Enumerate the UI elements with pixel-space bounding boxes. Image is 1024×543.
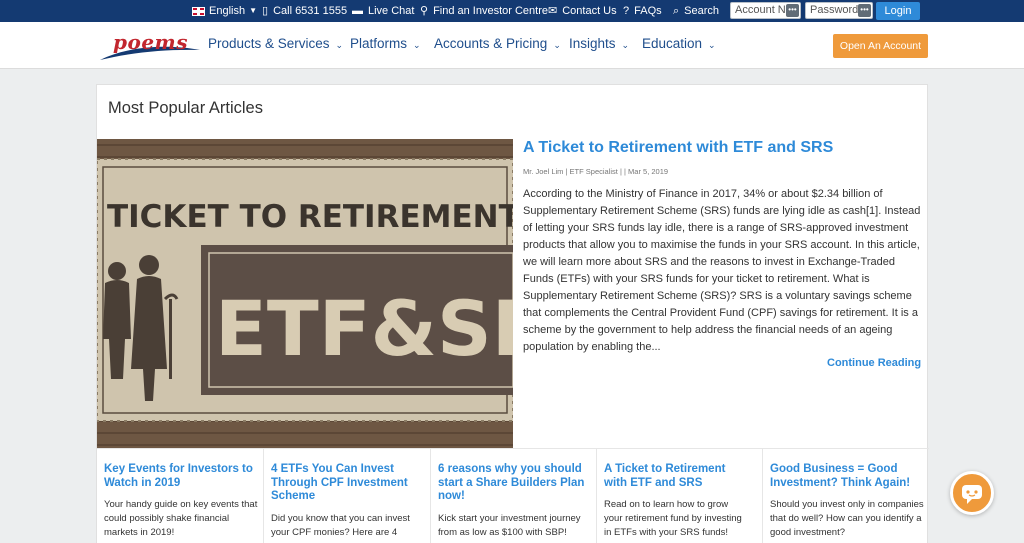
top-utility-bar: English ▼ ▯ Call 6531 1555 ▬ Live Chat ⚲… <box>0 0 1024 22</box>
password-input[interactable]: Password ••• <box>805 2 873 19</box>
chat-icon: ▬ <box>352 5 363 17</box>
image-heading: TICKET TO RETIREMENT WIT <box>107 199 513 235</box>
faqs-link[interactable]: ? FAQs <box>623 0 662 22</box>
live-chat-label: Live Chat <box>368 5 415 17</box>
login-button[interactable]: Login <box>876 2 920 20</box>
map-pin-icon: ⚲ <box>420 5 429 17</box>
find-centre-link[interactable]: ⚲ Find an Investor Centre <box>420 0 548 22</box>
nav-platforms[interactable]: Platforms ⌄ <box>350 36 421 51</box>
chevron-down-icon: ⌄ <box>621 40 630 50</box>
caret-down-icon: ▼ <box>249 6 257 15</box>
live-chat-link[interactable]: ▬ Live Chat <box>352 0 414 22</box>
open-account-button[interactable]: Open An Account <box>833 34 928 58</box>
search-icon: ⌕ <box>673 5 680 17</box>
article-card[interactable]: 6 reasons why you should start a Share B… <box>431 449 597 543</box>
nav-insights[interactable]: Insights ⌄ <box>569 36 629 51</box>
phone-icon: ▯ <box>262 5 269 17</box>
article-title[interactable]: 6 reasons why you should start a Share B… <box>438 463 590 504</box>
call-label: Call 6531 1555 <box>273 5 348 17</box>
language-label: English <box>209 5 246 17</box>
etf-srs-illustration: TICKET TO RETIREMENT WIT ETF&SRS <box>97 139 513 448</box>
uk-flag-icon <box>192 6 205 16</box>
contact-link[interactable]: ✉ Contact Us <box>548 0 617 22</box>
contact-label: Contact Us <box>562 5 617 17</box>
keypad-icon[interactable]: ••• <box>858 4 871 17</box>
chat-bubble-icon <box>962 485 982 504</box>
envelope-icon: ✉ <box>548 5 558 17</box>
article-card[interactable]: A Ticket to Retirement with ETF and SRS … <box>597 449 763 543</box>
call-link[interactable]: ▯ Call 6531 1555 <box>262 0 347 22</box>
faqs-label: FAQs <box>634 5 662 17</box>
continue-reading-link[interactable]: Continue Reading <box>827 357 921 369</box>
article-description: Should you invest only in companies that… <box>770 499 924 538</box>
article-card[interactable]: Good Business = Good Investment? Think A… <box>763 449 929 543</box>
article-list: Key Events for Investors to Watch in 201… <box>97 448 929 543</box>
question-icon: ? <box>623 5 630 17</box>
article-title[interactable]: 4 ETFs You Can Invest Through CPF Invest… <box>271 463 423 504</box>
keypad-icon[interactable]: ••• <box>786 4 799 17</box>
featured-article-meta: Mr. Joel Lim | ETF Specialist | | Mar 5,… <box>523 167 669 176</box>
language-selector[interactable]: English ▼ <box>192 0 257 22</box>
article-card[interactable]: 4 ETFs You Can Invest Through CPF Invest… <box>264 449 431 543</box>
chevron-down-icon: ⌄ <box>708 40 716 50</box>
main-navigation: poems Products & Services ⌄ Platforms ⌄ Ac… <box>0 22 1024 69</box>
image-main-text: ETF&SRS <box>215 284 513 373</box>
chat-widget-button[interactable] <box>950 471 994 515</box>
nav-accounts-pricing[interactable]: Accounts & Pricing ⌄ <box>434 36 561 51</box>
article-description: Kick start your investment journey from … <box>438 513 581 538</box>
chevron-down-icon: ⌄ <box>335 40 344 50</box>
search-link[interactable]: ⌕ Search <box>673 0 719 22</box>
article-description: Read on to learn how to grow your retire… <box>604 499 742 538</box>
article-description: Your handy guide on key events that coul… <box>104 499 258 538</box>
poems-logo[interactable]: poems <box>98 30 202 64</box>
featured-article-title[interactable]: A Ticket to Retirement with ETF and SRS <box>523 139 833 157</box>
find-centre-label: Find an Investor Centre <box>433 5 549 17</box>
logo-text: poems <box>113 30 188 54</box>
article-title[interactable]: A Ticket to Retirement with ETF and SRS <box>604 463 744 490</box>
article-title[interactable]: Key Events for Investors to Watch in 201… <box>104 463 256 490</box>
nav-education[interactable]: Education ⌄ <box>642 36 716 51</box>
featured-article-excerpt: According to the Ministry of Finance in … <box>523 188 921 353</box>
search-label: Search <box>684 5 720 17</box>
section-title: Most Popular Articles <box>108 99 263 117</box>
nav-products-services[interactable]: Products & Services ⌄ <box>208 36 343 51</box>
chevron-down-icon: ⌄ <box>553 40 561 50</box>
chevron-down-icon: ⌄ <box>413 40 421 50</box>
article-title[interactable]: Good Business = Good Investment? Think A… <box>770 463 922 490</box>
popular-articles-card: Most Popular Articles TICKET TO RETIREME… <box>96 84 929 543</box>
article-card[interactable]: Key Events for Investors to Watch in 201… <box>97 449 264 543</box>
article-description: Did you know that you can invest your CP… <box>271 513 410 538</box>
featured-article-image[interactable]: TICKET TO RETIREMENT WIT ETF&SRS <box>97 139 513 448</box>
account-number-input[interactable]: Account No ••• <box>730 2 801 19</box>
